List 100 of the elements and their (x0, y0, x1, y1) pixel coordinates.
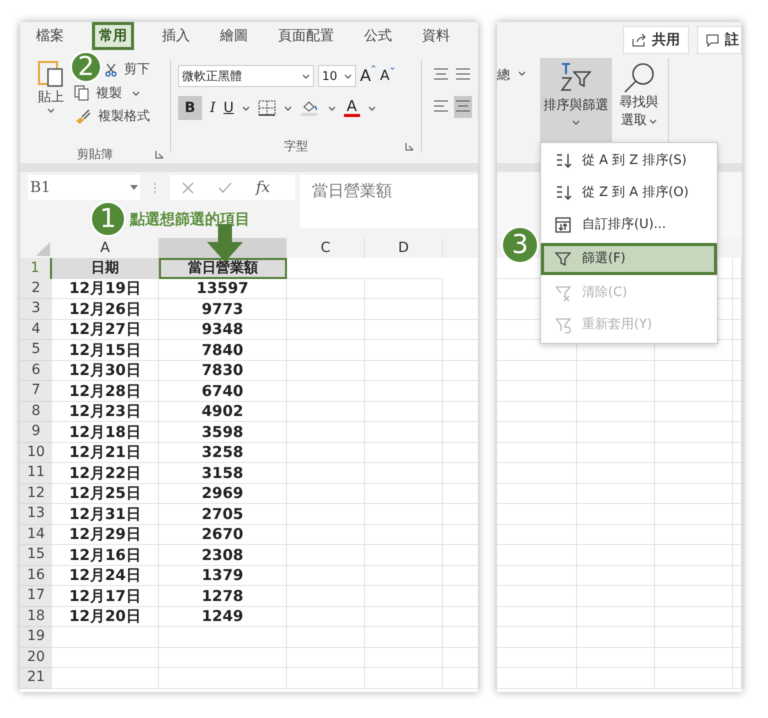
table-cell (733, 545, 742, 566)
row-header[interactable]: 5 (20, 340, 52, 360)
share-icon (632, 33, 646, 47)
table-cell (733, 484, 742, 504)
table-cell (733, 340, 742, 360)
row-header[interactable]: 14 (20, 524, 52, 545)
row-header[interactable]: 7 (20, 381, 52, 402)
italic-button[interactable]: I (210, 98, 216, 118)
border-icon[interactable] (258, 100, 276, 116)
row-header[interactable]: 12 (20, 484, 52, 504)
chevron-down-icon (302, 74, 310, 78)
chevron-down-icon (47, 108, 55, 112)
find-select-button[interactable]: 尋找與 選取 (612, 58, 666, 142)
group-label: 字型 (284, 138, 308, 155)
table-cell: 12月23日 (52, 402, 159, 422)
table-cell (733, 463, 742, 484)
custom-sort-icon (554, 216, 572, 234)
chevron-down-icon (649, 118, 657, 124)
table-cell: 12月17日 (52, 586, 159, 606)
increase-font-button[interactable]: A (360, 64, 376, 88)
row-header[interactable]: 10 (20, 442, 52, 463)
align-left-icon[interactable] (432, 96, 472, 118)
table-cell (733, 320, 742, 340)
group-label: 剪貼簿 (77, 146, 113, 163)
scissors-icon (104, 62, 118, 77)
ribbon-tab[interactable]: 公式 (362, 22, 394, 50)
row-header[interactable]: 20 (20, 648, 52, 668)
row-header[interactable]: 8 (20, 402, 52, 422)
table-cell: 4902 (159, 402, 287, 422)
row-header[interactable]: 11 (20, 463, 52, 484)
formula-field[interactable]: 當日營業額 (300, 175, 478, 228)
cut-button[interactable]: 剪下 (104, 60, 150, 80)
caret-down-icon (390, 66, 395, 70)
dialog-launcher-icon[interactable] (155, 150, 164, 158)
table-cell: 12月25日 (52, 484, 159, 504)
sort-filter-button[interactable]: 排序與篩選 (540, 58, 612, 142)
insert-function-button[interactable]: fx (256, 176, 270, 199)
chevron-down-icon (328, 106, 336, 110)
ribbon-tab[interactable]: 檔案 (34, 22, 66, 50)
name-box[interactable]: B1 (28, 175, 140, 200)
table-cell: 7840 (159, 340, 287, 360)
underline-button[interactable]: U (224, 98, 234, 118)
table-cell: 12月29日 (52, 524, 159, 545)
align-top-icon[interactable] (432, 66, 472, 82)
ribbon-tab[interactable]: 繪圖 (218, 22, 250, 50)
font-name-field[interactable]: 微軟正黑體 (178, 65, 314, 87)
sort-filter-icon (558, 62, 594, 92)
menu-item[interactable]: 自訂排序(U)... (541, 209, 717, 241)
copy-button[interactable]: 複製 (74, 84, 150, 103)
row-header[interactable]: 19 (20, 627, 52, 648)
share-button[interactable]: 共用 (623, 26, 689, 54)
paste-button[interactable]: 貼上 (34, 58, 68, 137)
dialog-launcher-icon[interactable] (405, 142, 414, 150)
table-cell: 12月27日 (52, 320, 159, 340)
row-header[interactable]: 17 (20, 586, 52, 606)
table-cell: 2308 (159, 545, 287, 566)
table-cell: 12月22日 (52, 463, 159, 484)
check-icon[interactable] (218, 182, 232, 194)
row-header[interactable]: 4 (20, 320, 52, 340)
table-cell (733, 668, 742, 688)
fill-color-icon[interactable] (300, 99, 320, 117)
comment-button[interactable]: 註 (697, 26, 742, 54)
bold-button[interactable]: B (178, 96, 202, 120)
row-header[interactable]: 21 (20, 668, 52, 688)
menu-item[interactable]: 篩選(F) (541, 243, 717, 275)
font-color-button[interactable]: A (344, 99, 360, 117)
row-header[interactable]: 13 (20, 504, 52, 524)
color-bar-icon (344, 114, 360, 117)
row-header[interactable]: 18 (20, 606, 52, 627)
table-cell: 3158 (159, 463, 287, 484)
ribbon-tab[interactable]: 資料 (420, 22, 452, 50)
ribbon-tab[interactable]: 常用 (92, 22, 134, 50)
table-cell: 日期 (52, 258, 159, 278)
row-header[interactable]: 16 (20, 566, 52, 586)
row-header[interactable]: 6 (20, 360, 52, 381)
menu-item[interactable]: 從 A 到 Z 排序(S) (541, 145, 717, 177)
menu-item[interactable]: 從 Z 到 A 排序(O) (541, 177, 717, 209)
caret-up-icon (370, 64, 376, 69)
decrease-font-button[interactable]: A (380, 66, 395, 86)
row-header[interactable]: 2 (20, 278, 52, 299)
table-cell: 12月30日 (52, 360, 159, 381)
row-header[interactable]: 9 (20, 422, 52, 442)
table-cell (733, 360, 742, 381)
table-cell: 3258 (159, 442, 287, 463)
row-header[interactable]: 15 (20, 545, 52, 566)
column-header[interactable]: D (365, 238, 443, 258)
chevron-down-icon (132, 90, 140, 96)
ribbon-tab[interactable]: 插入 (160, 22, 192, 50)
format-painter-button[interactable]: 複製格式 (74, 107, 150, 126)
font-size-field[interactable]: 10 (318, 65, 356, 87)
table-cell: 2670 (159, 524, 287, 545)
row-header[interactable]: 3 (20, 299, 52, 320)
search-icon (622, 62, 656, 94)
sort-ascending-icon (554, 152, 572, 170)
row-header[interactable]: 1 (20, 258, 52, 278)
table-cell: 9348 (159, 320, 287, 340)
ribbon-tab[interactable]: 頁面配置 (276, 22, 336, 50)
copy-icon (74, 85, 90, 102)
table-cell (733, 299, 742, 320)
column-header[interactable]: C (287, 238, 365, 258)
